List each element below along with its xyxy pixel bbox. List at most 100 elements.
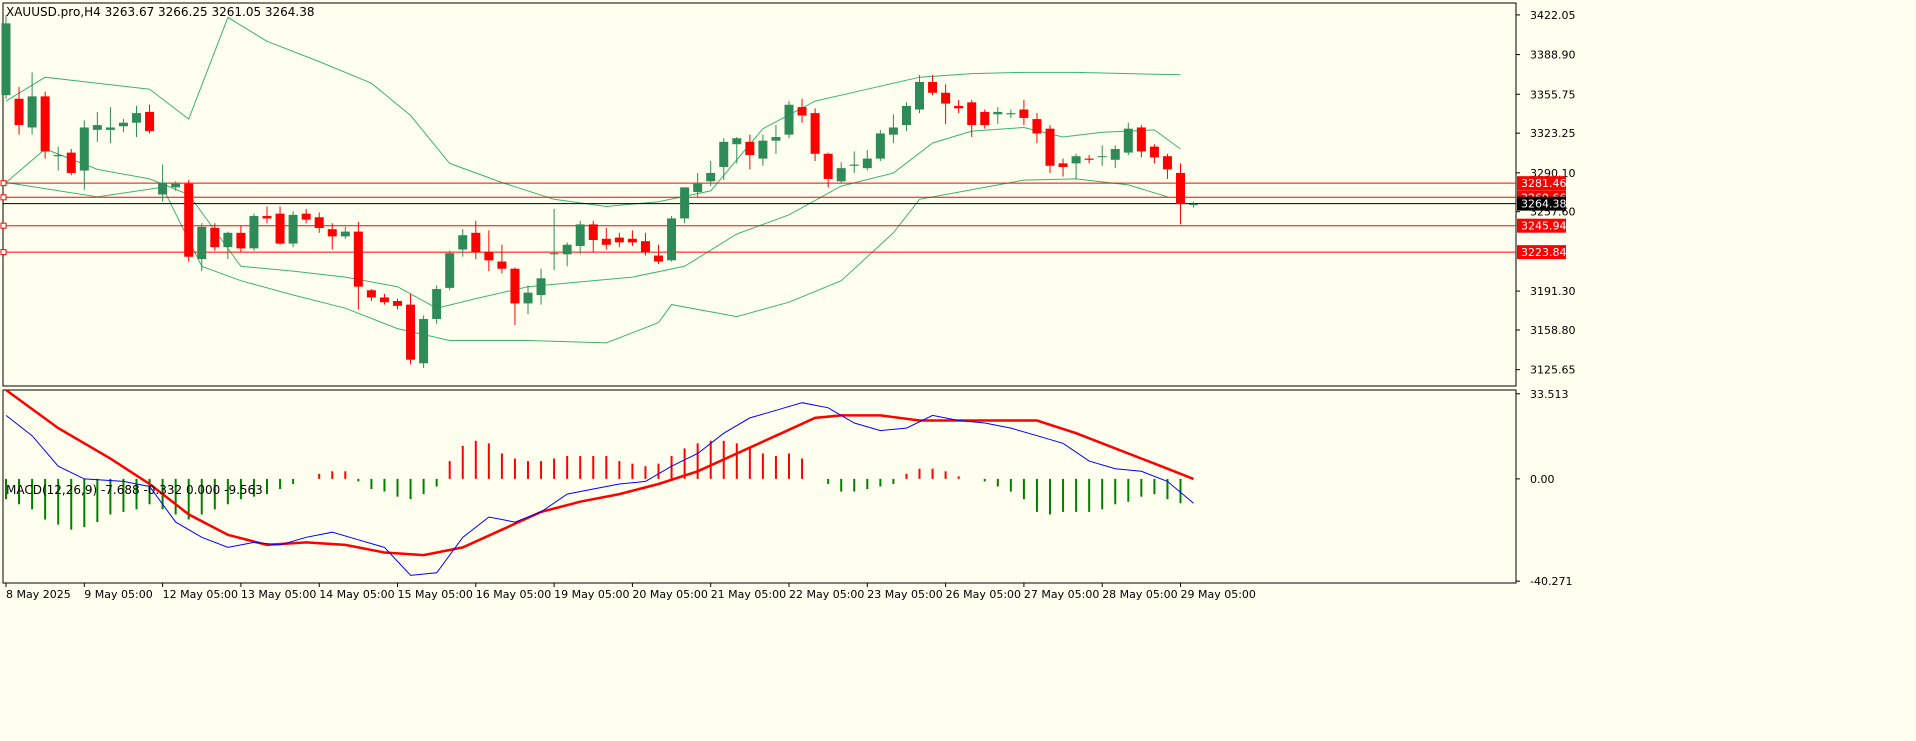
bull-candle xyxy=(667,218,677,261)
bear-candle xyxy=(262,216,272,219)
bear-candle xyxy=(393,301,402,306)
level-anchor-marker xyxy=(0,249,7,256)
bear-candle xyxy=(184,183,194,257)
bear-candle xyxy=(353,231,363,287)
bear-candle xyxy=(366,290,376,298)
bull-candle xyxy=(732,138,742,145)
bull-candle xyxy=(171,183,181,188)
bull-candle xyxy=(693,183,703,193)
bear-candle xyxy=(810,113,820,154)
time-axis-label: 13 May 05:00 xyxy=(241,588,316,601)
bear-candle xyxy=(614,237,624,243)
bear-candle xyxy=(601,238,611,245)
bull-candle xyxy=(223,232,233,248)
level-price-label: 3245.94 xyxy=(1521,220,1567,233)
time-axis-label: 28 May 05:00 xyxy=(1102,588,1177,601)
chart-header: XAUUSD.pro,H4 3263.67 3266.25 3261.05 32… xyxy=(6,5,315,19)
bollinger-upper-line xyxy=(5,16,1181,208)
bear-candle xyxy=(941,92,951,104)
bull-candle xyxy=(249,216,259,249)
time-axis-label: 22 May 05:00 xyxy=(789,588,864,601)
bull-candle xyxy=(340,231,350,237)
bear-candle xyxy=(275,213,285,244)
level-anchor-marker xyxy=(0,194,7,201)
level-price-label: 3281.46 xyxy=(1521,177,1567,190)
bear-candle xyxy=(980,111,990,126)
price-axis-label: 3158.80 xyxy=(1530,324,1576,337)
bear-candle xyxy=(1019,109,1029,118)
bear-candle xyxy=(967,102,977,126)
bull-candle xyxy=(562,244,572,255)
bull-candle xyxy=(536,278,546,296)
bear-candle xyxy=(236,232,246,249)
time-axis-label: 9 May 05:00 xyxy=(84,588,152,601)
bull-candle xyxy=(1097,156,1107,158)
bid-price-label: 3264.38 xyxy=(1521,198,1567,211)
bull-candle xyxy=(1071,156,1081,164)
bull-candle xyxy=(915,81,924,110)
bull-candle xyxy=(993,111,1003,115)
bear-candle xyxy=(1136,127,1146,152)
bull-candle xyxy=(419,318,429,364)
bull-candle xyxy=(1,23,11,96)
bull-candle xyxy=(771,137,781,141)
bear-candle xyxy=(797,107,807,116)
bull-candle xyxy=(523,292,533,304)
bear-candle xyxy=(301,213,311,220)
price-axis-label: 3323.25 xyxy=(1530,127,1576,140)
bear-candle xyxy=(471,232,481,252)
bull-candle xyxy=(458,235,468,250)
bear-candle xyxy=(145,111,155,132)
bear-candle xyxy=(745,141,755,156)
macd-signal-line xyxy=(5,388,1194,557)
bear-candle xyxy=(1084,158,1094,160)
price-axis-label: 3422.05 xyxy=(1530,9,1576,22)
time-axis-label: 27 May 05:00 xyxy=(1024,588,1099,601)
bear-candle xyxy=(640,241,650,252)
bull-candle xyxy=(1123,128,1133,153)
bull-candle xyxy=(849,164,859,166)
bull-candle xyxy=(758,140,768,159)
bear-candle xyxy=(588,224,598,240)
bear-candle xyxy=(66,152,76,173)
time-axis-label: 16 May 05:00 xyxy=(476,588,551,601)
bull-candle xyxy=(836,168,846,182)
bear-candle xyxy=(314,217,324,229)
bull-candle xyxy=(901,105,911,126)
bear-candle xyxy=(406,304,416,360)
chart-canvas[interactable]: 3422.053388.903355.753323.253290.103257.… xyxy=(0,0,1916,737)
bear-candle xyxy=(1058,163,1068,167)
bear-candle xyxy=(379,297,389,303)
bear-candle xyxy=(1149,146,1159,158)
bull-candle xyxy=(549,253,559,255)
bull-candle xyxy=(680,187,690,219)
trading-chart[interactable]: 3422.05 3388.90 3355.75 3323.25 3290.10 3257.… xyxy=(0,0,1916,737)
time-axis-label: 12 May 05:00 xyxy=(163,588,238,601)
bear-candle xyxy=(40,96,50,152)
bull-candle xyxy=(706,172,716,182)
time-axis-label: 19 May 05:00 xyxy=(554,588,629,601)
bull-candle xyxy=(158,182,168,195)
price-axis-label: 3191.30 xyxy=(1530,285,1576,298)
bear-candle xyxy=(627,238,637,243)
bull-candle xyxy=(432,289,442,319)
time-axis-label: 8 May 2025 xyxy=(6,588,71,601)
bull-candle xyxy=(784,104,794,135)
time-axis-label: 21 May 05:00 xyxy=(711,588,786,601)
bear-candle xyxy=(1045,128,1055,166)
bear-candle xyxy=(1032,119,1042,134)
bull-candle xyxy=(288,214,298,244)
bull-candle xyxy=(105,127,115,130)
bull-candle xyxy=(27,96,37,128)
macd-header: MACD(12,26,9) -7.688 -0.332 0.000 -9.563 xyxy=(6,483,263,497)
bull-candle xyxy=(53,155,63,157)
bull-candle xyxy=(1006,113,1016,115)
bear-candle xyxy=(484,251,494,261)
bull-candle xyxy=(719,141,729,167)
time-axis-label: 29 May 05:00 xyxy=(1181,588,1256,601)
bear-candle xyxy=(14,98,24,126)
bull-candle xyxy=(862,158,872,169)
time-axis-label: 23 May 05:00 xyxy=(867,588,942,601)
time-axis-label: 14 May 05:00 xyxy=(319,588,394,601)
bear-candle xyxy=(1162,156,1172,170)
